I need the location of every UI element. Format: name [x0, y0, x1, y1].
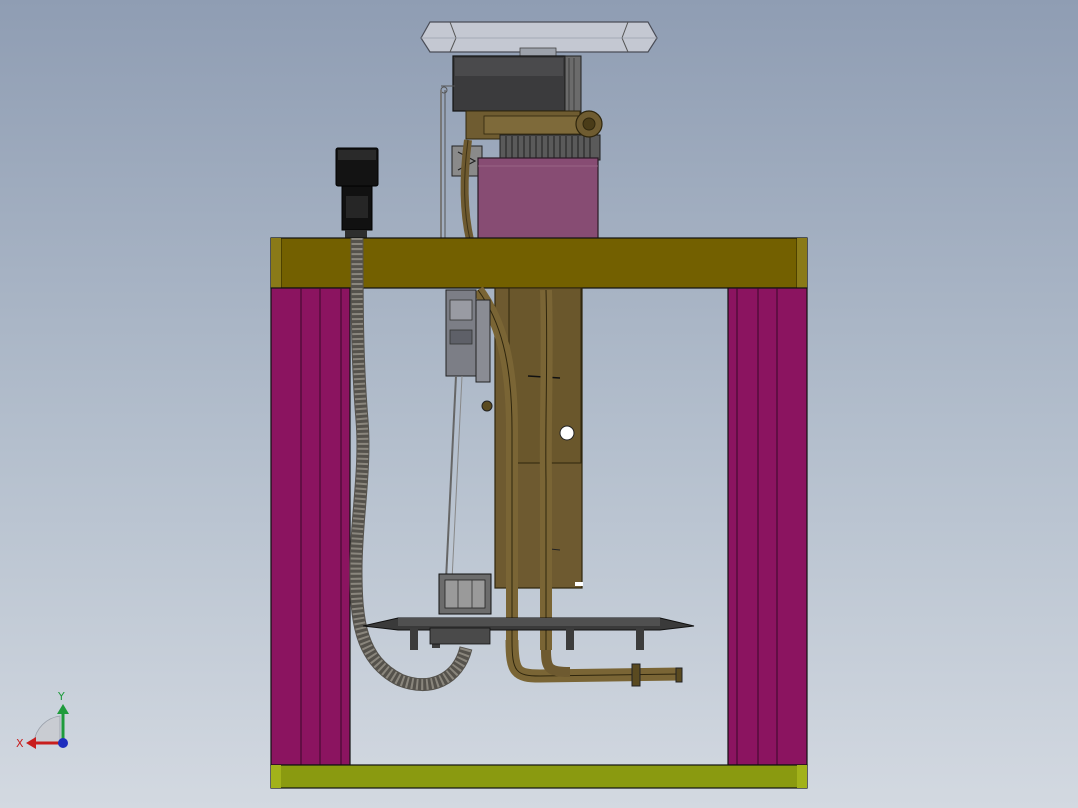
flange-plate — [362, 617, 695, 650]
cad-viewport[interactable]: Y X — [0, 0, 1078, 808]
frame-left-post — [270, 287, 351, 766]
triad-y-label: Y — [57, 690, 65, 703]
motor-unit — [440, 55, 582, 117]
frame-bottom-bar — [270, 764, 808, 789]
bottom-connector — [438, 573, 492, 615]
triad-y-arrow — [57, 704, 69, 714]
float-sensor — [445, 289, 493, 581]
float-rod — [440, 90, 446, 240]
mounting-block — [477, 157, 599, 241]
top-cap — [420, 21, 658, 57]
triad-x-label: X — [16, 737, 24, 750]
triad-plane — [33, 715, 61, 743]
coordinate-triad: Y X — [16, 690, 69, 750]
outlet-pipe — [505, 639, 683, 687]
cad-model-view[interactable]: Y X — [0, 0, 1078, 808]
triad-z-axis — [58, 738, 68, 748]
frame-right-post — [727, 287, 808, 766]
electrical-connector — [335, 147, 379, 238]
triad-x-arrow — [26, 737, 36, 749]
